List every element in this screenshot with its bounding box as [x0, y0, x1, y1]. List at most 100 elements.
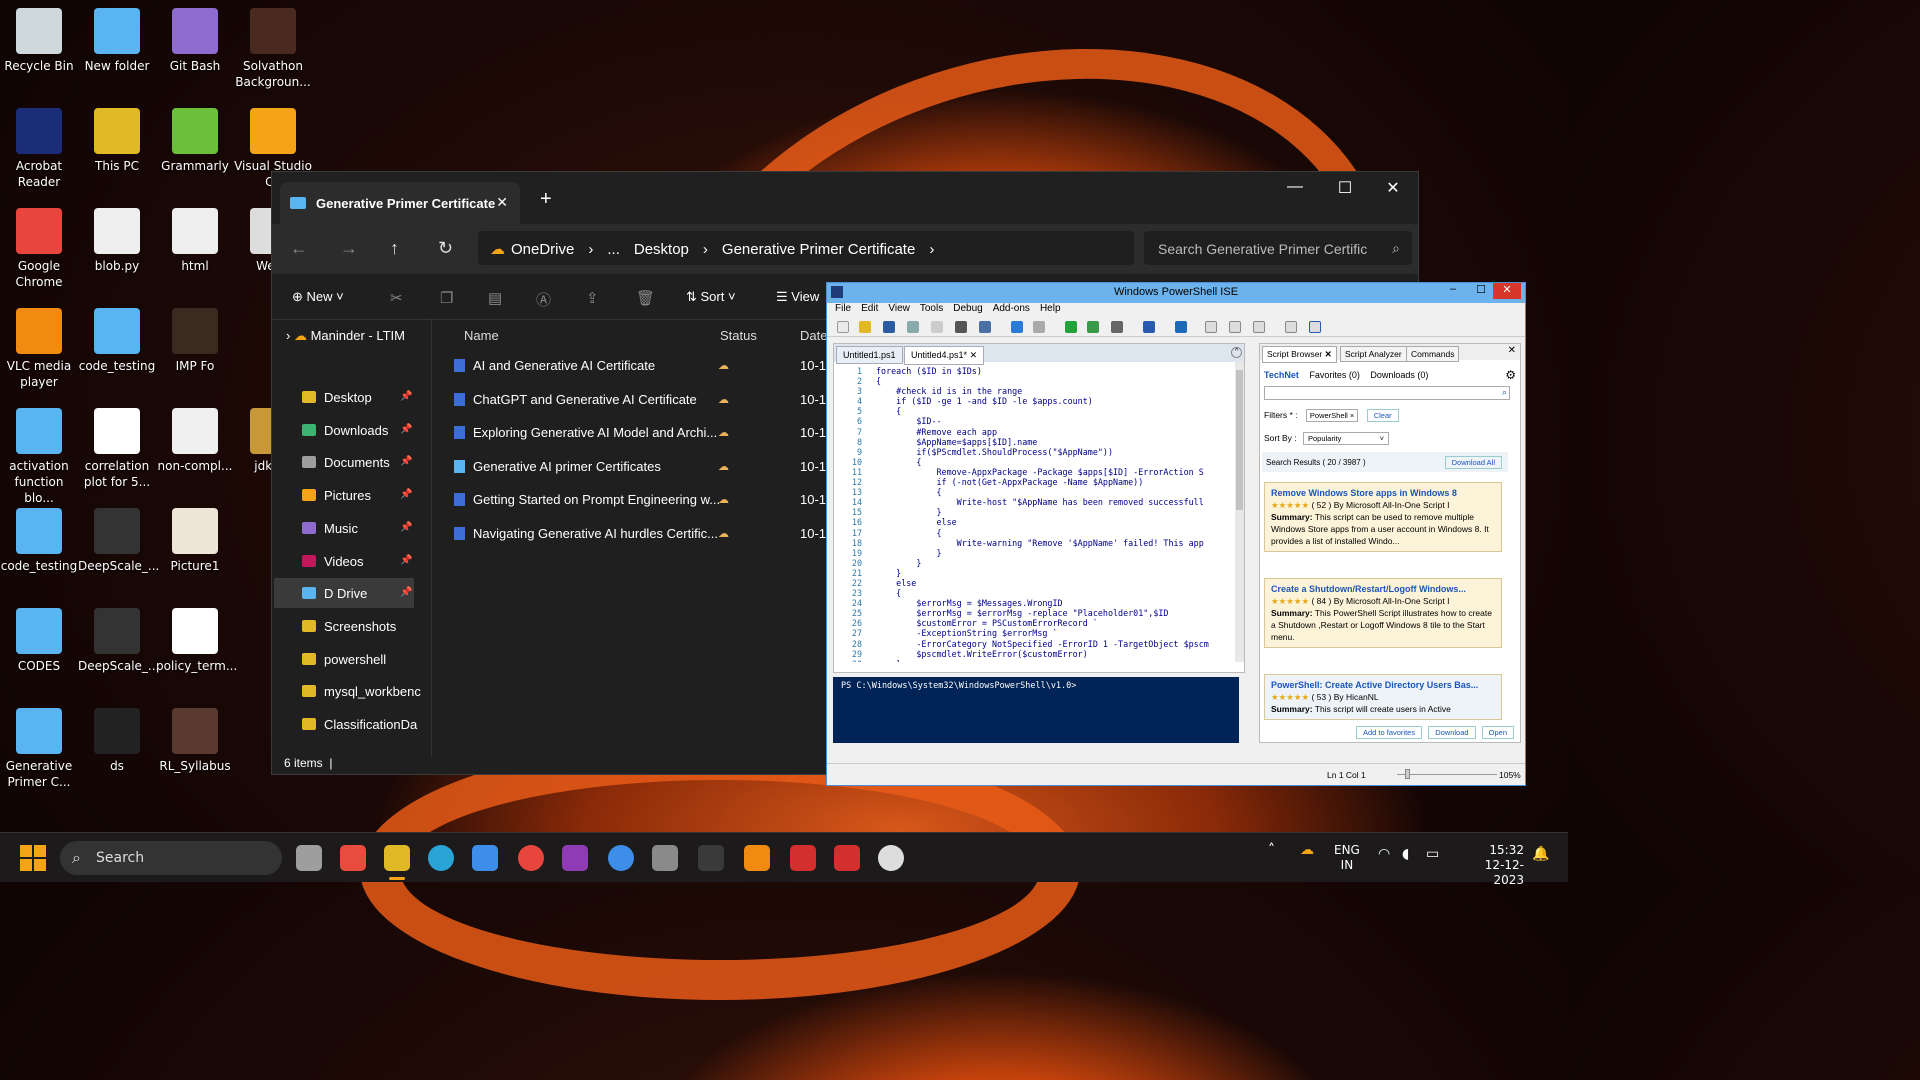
outlook-icon[interactable]: [744, 845, 770, 871]
close-tab-icon[interactable]: ✕: [970, 350, 978, 360]
desktop-icon[interactable]: Git Bash: [156, 8, 234, 74]
download-button[interactable]: Download: [1428, 726, 1476, 739]
camera-icon[interactable]: [878, 845, 904, 871]
desktop-icon[interactable]: html: [156, 208, 234, 274]
breadcrumb[interactable]: ☁ OneDrive ›... Desktop › Generative Primer C…: [478, 231, 1134, 265]
rename-icon[interactable]: Ⓐ: [536, 289, 551, 310]
volume-icon[interactable]: ◖: [1402, 847, 1409, 862]
nav-item[interactable]: Desktop: [302, 390, 372, 405]
remote-powershell-icon[interactable]: [1143, 321, 1155, 333]
new-button[interactable]: ⊕ New ˅: [292, 289, 344, 305]
desktop-icon[interactable]: Grammarly: [156, 108, 234, 174]
menu-item[interactable]: Edit: [861, 303, 878, 314]
zoom-slider[interactable]: [1397, 774, 1497, 775]
script-editor[interactable]: Untitled1.ps1 Untitled4.ps1* ✕ ^ 1 2 3 4…: [833, 343, 1245, 673]
mail-icon[interactable]: [790, 845, 816, 871]
view-button[interactable]: ☰ View: [776, 289, 819, 305]
nav-item[interactable]: Screenshots: [302, 619, 396, 634]
filter-tag[interactable]: PowerShell ×: [1305, 409, 1359, 422]
gear-icon[interactable]: ⚙: [1505, 368, 1516, 382]
desktop-icon[interactable]: Solvathon Backgroun...: [234, 8, 312, 90]
menu-item[interactable]: Help: [1040, 303, 1061, 314]
search-icon[interactable]: ⌕: [1502, 387, 1507, 398]
redo-icon[interactable]: [1033, 321, 1045, 333]
script-pane-maximized-icon[interactable]: [1253, 321, 1265, 333]
desktop-icon[interactable]: IMP Fo: [156, 308, 234, 374]
minimize-button[interactable]: –: [1439, 283, 1467, 299]
clock[interactable]: 15:32 12-12-2023: [1458, 843, 1524, 888]
desktop-icon[interactable]: Generative Primer C...: [0, 708, 78, 790]
close-button[interactable]: ✕: [1370, 178, 1416, 198]
pin-icon[interactable]: 📌: [400, 587, 412, 598]
command-addon-icon[interactable]: [1309, 321, 1321, 333]
crumb-desktop[interactable]: Desktop: [634, 241, 689, 258]
column-status-header[interactable]: Status: [720, 328, 757, 343]
desktop-icon[interactable]: code_testing: [0, 508, 78, 574]
file-row[interactable]: AI and Generative AI Certificate: [454, 358, 655, 373]
editor-vertical-scrollbar[interactable]: [1235, 362, 1244, 662]
desktop-icon[interactable]: Recycle Bin: [0, 8, 78, 74]
language-indicator[interactable]: ENG IN: [1334, 843, 1360, 873]
copy-icon[interactable]: ❐: [440, 289, 453, 307]
sort-button[interactable]: ⇅ Sort ˅: [686, 289, 736, 305]
pin-icon[interactable]: 📌: [400, 489, 412, 500]
file-row[interactable]: Exploring Generative AI Model and Archi.…: [454, 425, 717, 440]
pin-icon[interactable]: 📌: [400, 391, 412, 402]
menu-item[interactable]: Add-ons: [993, 303, 1030, 314]
show-hidden-icons-chevron-up-icon[interactable]: ˄: [1268, 843, 1275, 858]
result-card[interactable]: PowerShell: Create Active Directory User…: [1264, 674, 1502, 720]
file-row[interactable]: Navigating Generative AI hurdles Certifi…: [454, 526, 718, 541]
nav-item[interactable]: Downloads: [302, 423, 388, 438]
refresh-icon[interactable]: ↻: [438, 238, 453, 259]
nav-item[interactable]: Music: [302, 521, 358, 536]
sort-dropdown[interactable]: Popularity ˅: [1302, 432, 1389, 445]
onedrive-tray-icon[interactable]: ☁: [1300, 843, 1314, 858]
add-to-favorites-button[interactable]: Add to favorites: [1355, 726, 1423, 739]
maximize-button[interactable]: ☐: [1467, 283, 1495, 299]
result-card[interactable]: Remove Windows Store apps in Windows 8 ★★…: [1264, 482, 1502, 552]
paste-icon[interactable]: [955, 321, 967, 333]
cut-icon[interactable]: ✂: [390, 289, 403, 307]
column-date-header[interactable]: Date: [800, 328, 827, 343]
cut-icon[interactable]: [907, 321, 919, 333]
favorites-link[interactable]: Favorites (0): [1309, 370, 1360, 380]
desktop-icon[interactable]: policy_term...: [156, 608, 237, 674]
menu-item[interactable]: Debug: [953, 303, 982, 314]
nav-item[interactable]: D Drive: [274, 578, 414, 609]
close-pane-icon[interactable]: ✕: [1508, 345, 1516, 356]
column-name-header[interactable]: Name: [464, 328, 499, 343]
desktop-icon[interactable]: code_testing: [78, 308, 156, 374]
desktop-icon[interactable]: ds: [78, 708, 156, 774]
nav-root-onedrive[interactable]: › ☁ Maninder - LTIM: [286, 328, 405, 344]
pin-icon[interactable]: 📌: [400, 424, 412, 435]
desktop-icon[interactable]: New folder: [78, 8, 156, 74]
run-selection-icon[interactable]: [1087, 321, 1099, 333]
settings-icon[interactable]: [652, 845, 678, 871]
nav-item[interactable]: Documents: [302, 455, 390, 470]
nav-item[interactable]: ClassificationDa: [302, 717, 417, 732]
nav-item[interactable]: mysql_workbenc: [302, 684, 421, 699]
terminal-icon[interactable]: [698, 845, 724, 871]
file-row[interactable]: ChatGPT and Generative AI Certificate: [454, 392, 697, 407]
powershell-ise-icon[interactable]: [834, 845, 860, 871]
file-row[interactable]: Generative AI primer Certificates: [454, 459, 661, 474]
menu-item[interactable]: File: [835, 303, 851, 314]
crumb-current-folder[interactable]: Generative Primer Certificate: [722, 241, 915, 258]
open-button[interactable]: Open: [1481, 726, 1514, 739]
stop-icon[interactable]: [1111, 321, 1123, 333]
crumb-onedrive[interactable]: OneDrive: [511, 241, 574, 258]
edge-icon[interactable]: [428, 845, 454, 871]
back-arrow-icon[interactable]: ←: [290, 238, 308, 259]
result-title[interactable]: Create a Shutdown/Restart/Logoff Windows…: [1271, 583, 1495, 595]
battery-icon[interactable]: ▭: [1426, 847, 1439, 862]
new-tab-button[interactable]: +: [540, 188, 552, 211]
desktop-icon[interactable]: This PC: [78, 108, 156, 174]
show-script-pane-top-icon[interactable]: [1205, 321, 1217, 333]
desktop-icon[interactable]: DeepScale_...: [78, 608, 159, 674]
desktop-icon[interactable]: RL_Syllabus: [156, 708, 234, 774]
clear-console-icon[interactable]: [979, 321, 991, 333]
collapse-script-pane-icon[interactable]: ^: [1231, 347, 1242, 358]
up-arrow-icon[interactable]: ↑: [390, 238, 399, 259]
desktop-icon[interactable]: Acrobat Reader: [0, 108, 78, 190]
pin-icon[interactable]: 📌: [400, 555, 412, 566]
